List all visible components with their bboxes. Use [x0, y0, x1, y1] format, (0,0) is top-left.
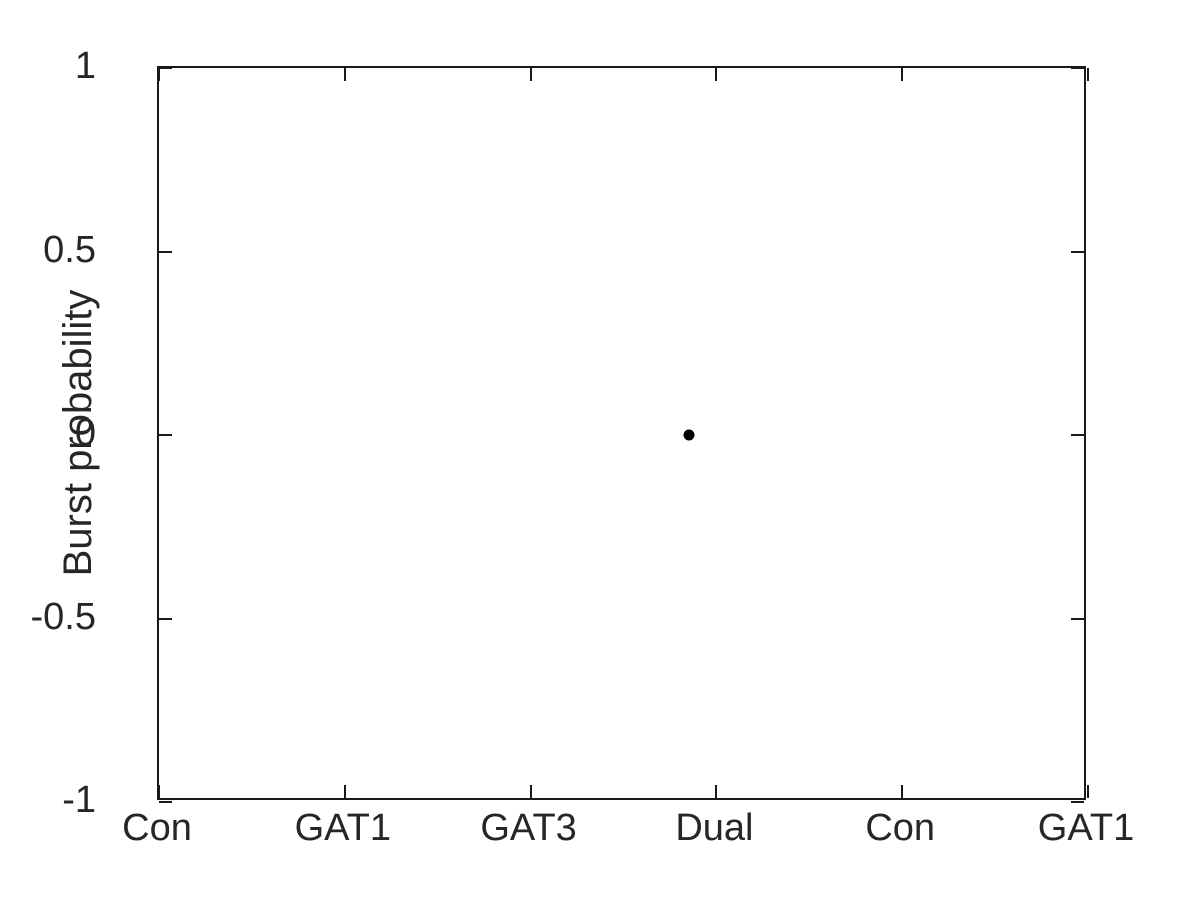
y-tick-label: -0.5: [30, 595, 96, 638]
x-tick-mark-mirror: [158, 68, 160, 81]
y-tick-mark-mirror: [1071, 250, 1084, 253]
y-tick-mark-mirror: [1071, 434, 1084, 436]
x-tick-mark-mirror: [715, 68, 718, 81]
x-tick-mark-mirror: [343, 68, 346, 81]
x-tick-mark: [715, 785, 718, 798]
x-tick-label: Con: [122, 807, 192, 849]
y-tick-label: 1: [74, 45, 96, 87]
x-tick-mark: [1087, 785, 1089, 798]
x-tick-label: GAT1: [1037, 807, 1135, 849]
x-tick-mark: [343, 785, 346, 798]
y-tick-mark: [159, 801, 172, 803]
y-tick-mark: [159, 434, 172, 436]
x-tick-mark-mirror: [1087, 68, 1089, 81]
figure-canvas: Burst probability 1 0.5 0 -0.5 -1 Con GAT1 GAT…: [0, 0, 1200, 900]
data-point: [683, 429, 695, 441]
y-tick-mark: [159, 67, 172, 69]
y-tick-mark: [159, 250, 172, 253]
y-tick-mark-mirror: [1071, 67, 1084, 69]
x-tick-mark-mirror: [529, 68, 532, 81]
x-tick-label: GAT3: [480, 807, 577, 849]
y-tick-mark-mirror: [1071, 801, 1084, 803]
x-tick-label: Con: [865, 807, 936, 849]
y-tick-mark-mirror: [1071, 617, 1084, 620]
x-tick-mark: [158, 785, 160, 798]
y-tick-mark: [159, 617, 172, 620]
x-tick-label: GAT1: [294, 807, 392, 849]
plot-area: [157, 66, 1089, 803]
y-tick-label: -1: [62, 779, 96, 821]
x-tick-mark: [529, 785, 532, 798]
x-tick-label: Dual: [675, 807, 754, 849]
x-tick-mark-mirror: [901, 68, 904, 81]
y-tick-label: 0.5: [43, 228, 96, 271]
y-tick-label: 0: [74, 412, 96, 454]
x-tick-mark: [901, 785, 904, 798]
